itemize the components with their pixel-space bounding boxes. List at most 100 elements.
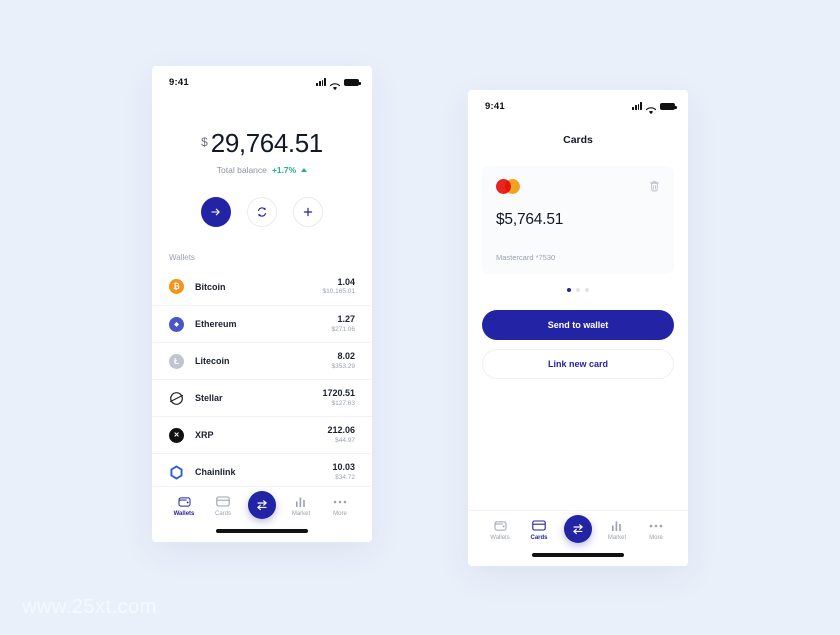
list-item[interactable]: Chainlink 10.03 $34.72 <box>152 453 372 490</box>
coin-amount: 212.06 <box>327 425 355 436</box>
plus-icon <box>303 207 313 217</box>
bar-chart-icon <box>295 495 307 508</box>
total-balance-amount: 29,764.51 <box>210 128 323 158</box>
wifi-icon <box>645 102 657 115</box>
wallets-section-label: Wallets <box>169 253 195 262</box>
status-bar: 9:41 <box>468 90 688 116</box>
coin-values: 1720.51 $127.63 <box>322 388 355 407</box>
tab-label: Cards <box>530 535 548 541</box>
tab-wallets[interactable]: Wallets <box>482 519 518 541</box>
tab-market[interactable]: Market <box>283 495 319 517</box>
litecoin-icon: Ł <box>169 353 184 369</box>
wifi-icon <box>329 78 341 91</box>
pagination-dot[interactable] <box>567 288 571 292</box>
ellipsis-icon <box>649 519 663 532</box>
tab-cards[interactable]: Cards <box>205 495 241 517</box>
coin-name: Bitcoin <box>195 281 226 292</box>
cellular-signal-icon <box>632 102 642 110</box>
exchange-fab[interactable] <box>564 515 592 543</box>
cellular-signal-icon <box>316 78 326 86</box>
page-title: Cards <box>563 134 593 146</box>
home-indicator <box>532 553 624 557</box>
coin-fiat-value: $34.72 <box>335 473 355 481</box>
pagination-dot[interactable] <box>576 288 580 292</box>
status-bar: 9:41 <box>152 66 372 92</box>
list-item[interactable]: Ł Litecoin 8.02 $353.29 <box>152 342 372 379</box>
tab-label: More <box>333 511 347 517</box>
coin-glyph: ₿ <box>173 282 180 291</box>
tab-cards[interactable]: Cards <box>521 519 557 541</box>
coin-fiat-value: $353.29 <box>331 362 356 370</box>
tab-more[interactable]: More <box>638 519 674 541</box>
stellar-icon <box>169 390 184 406</box>
wallets-list: ₿ Bitcoin 1.04 $10,165.01 ◆ Ethereum 1.2… <box>152 268 372 490</box>
chainlink-icon <box>169 464 184 480</box>
phone-cards-screen: 9:41 Cards $5,764.51 Mastercard *7530 Se… <box>468 90 688 566</box>
coin-values: 8.02 $353.29 <box>332 351 356 370</box>
status-icons <box>632 102 677 115</box>
watermark: www.25xt.com <box>22 596 157 618</box>
tab-wallets[interactable]: Wallets <box>166 495 202 517</box>
status-time: 9:41 <box>169 76 189 88</box>
coin-glyph: Ł <box>174 356 179 366</box>
coin-amount: 1720.51 <box>322 388 355 399</box>
pagination-dot[interactable] <box>585 288 589 292</box>
refresh-swap-icon <box>258 207 266 217</box>
card-number-label: Mastercard *7530 <box>496 253 556 262</box>
tab-exchange-fab[interactable] <box>244 491 280 519</box>
send-button[interactable] <box>201 197 231 227</box>
add-button[interactable] <box>293 197 323 227</box>
ethereum-icon: ◆ <box>169 316 184 332</box>
tab-label: Wallets <box>490 535 510 541</box>
card-header <box>496 179 660 197</box>
send-to-wallet-button[interactable]: Send to wallet <box>482 310 674 340</box>
tabs: Wallets Cards Market More <box>468 511 688 549</box>
tab-market[interactable]: Market <box>599 519 635 541</box>
bottom-tab-bar: Wallets Cards Market More <box>468 510 688 566</box>
swap-button[interactable] <box>247 197 277 227</box>
card-actions: Send to wallet Link new card <box>468 292 688 379</box>
tab-exchange-fab[interactable] <box>560 515 596 543</box>
list-item[interactable]: Stellar 1720.51 $127.63 <box>152 379 372 416</box>
coin-values: 212.06 $44.97 <box>327 425 355 444</box>
link-new-card-button[interactable]: Link new card <box>482 349 674 379</box>
card-balance: $5,764.51 <box>496 211 564 228</box>
trash-icon[interactable] <box>649 179 660 197</box>
coin-values: 1.04 $10,165.01 <box>322 277 355 296</box>
canvas: www.25xt.com 9:41 $ 29,764.51 Total bala… <box>0 0 840 635</box>
trend-up-icon <box>301 168 308 172</box>
wallet-icon <box>493 519 507 532</box>
list-item[interactable]: ₿ Bitcoin 1.04 $10,165.01 <box>152 268 372 305</box>
list-item[interactable]: ✕ XRP 212.06 $44.97 <box>152 416 372 453</box>
balance-amount-row: $ 29,764.51 <box>152 128 372 159</box>
tab-label: Market <box>291 511 311 517</box>
coin-amount: 1.04 <box>337 276 355 287</box>
coin-values: 1.27 $271.06 <box>332 314 356 333</box>
coin-name: Ethereum <box>195 319 237 329</box>
tab-label: Cards <box>214 511 231 517</box>
currency-symbol: $ <box>201 135 208 149</box>
card-item[interactable]: $5,764.51 Mastercard *7530 <box>482 166 674 274</box>
quick-actions <box>152 197 372 227</box>
list-item[interactable]: ◆ Ethereum 1.27 $271.06 <box>152 305 372 342</box>
coin-name: XRP <box>195 430 214 440</box>
exchange-icon <box>257 500 267 511</box>
arrow-right-icon <box>211 208 220 216</box>
bottom-tab-bar: Wallets Cards Market More <box>152 486 372 542</box>
coin-fiat-value: $10,165.01 <box>322 288 355 296</box>
coin-values: 10.03 $34.72 <box>332 462 355 481</box>
ellipsis-icon <box>333 495 347 508</box>
status-icons <box>316 78 361 91</box>
coin-amount: 10.03 <box>332 462 355 473</box>
coin-name: Stellar <box>195 393 223 403</box>
card-icon <box>532 519 546 532</box>
tab-more[interactable]: More <box>322 495 358 517</box>
tab-label: Market <box>607 535 627 541</box>
coin-fiat-value: $44.97 <box>335 436 355 444</box>
exchange-fab[interactable] <box>248 491 276 519</box>
bar-chart-icon <box>611 519 623 532</box>
bitcoin-icon: ₿ <box>169 279 184 294</box>
balance-section: $ 29,764.51 Total balance +1.7% <box>152 92 372 175</box>
coin-fiat-value: $271.06 <box>331 325 356 333</box>
exchange-icon <box>573 524 583 535</box>
